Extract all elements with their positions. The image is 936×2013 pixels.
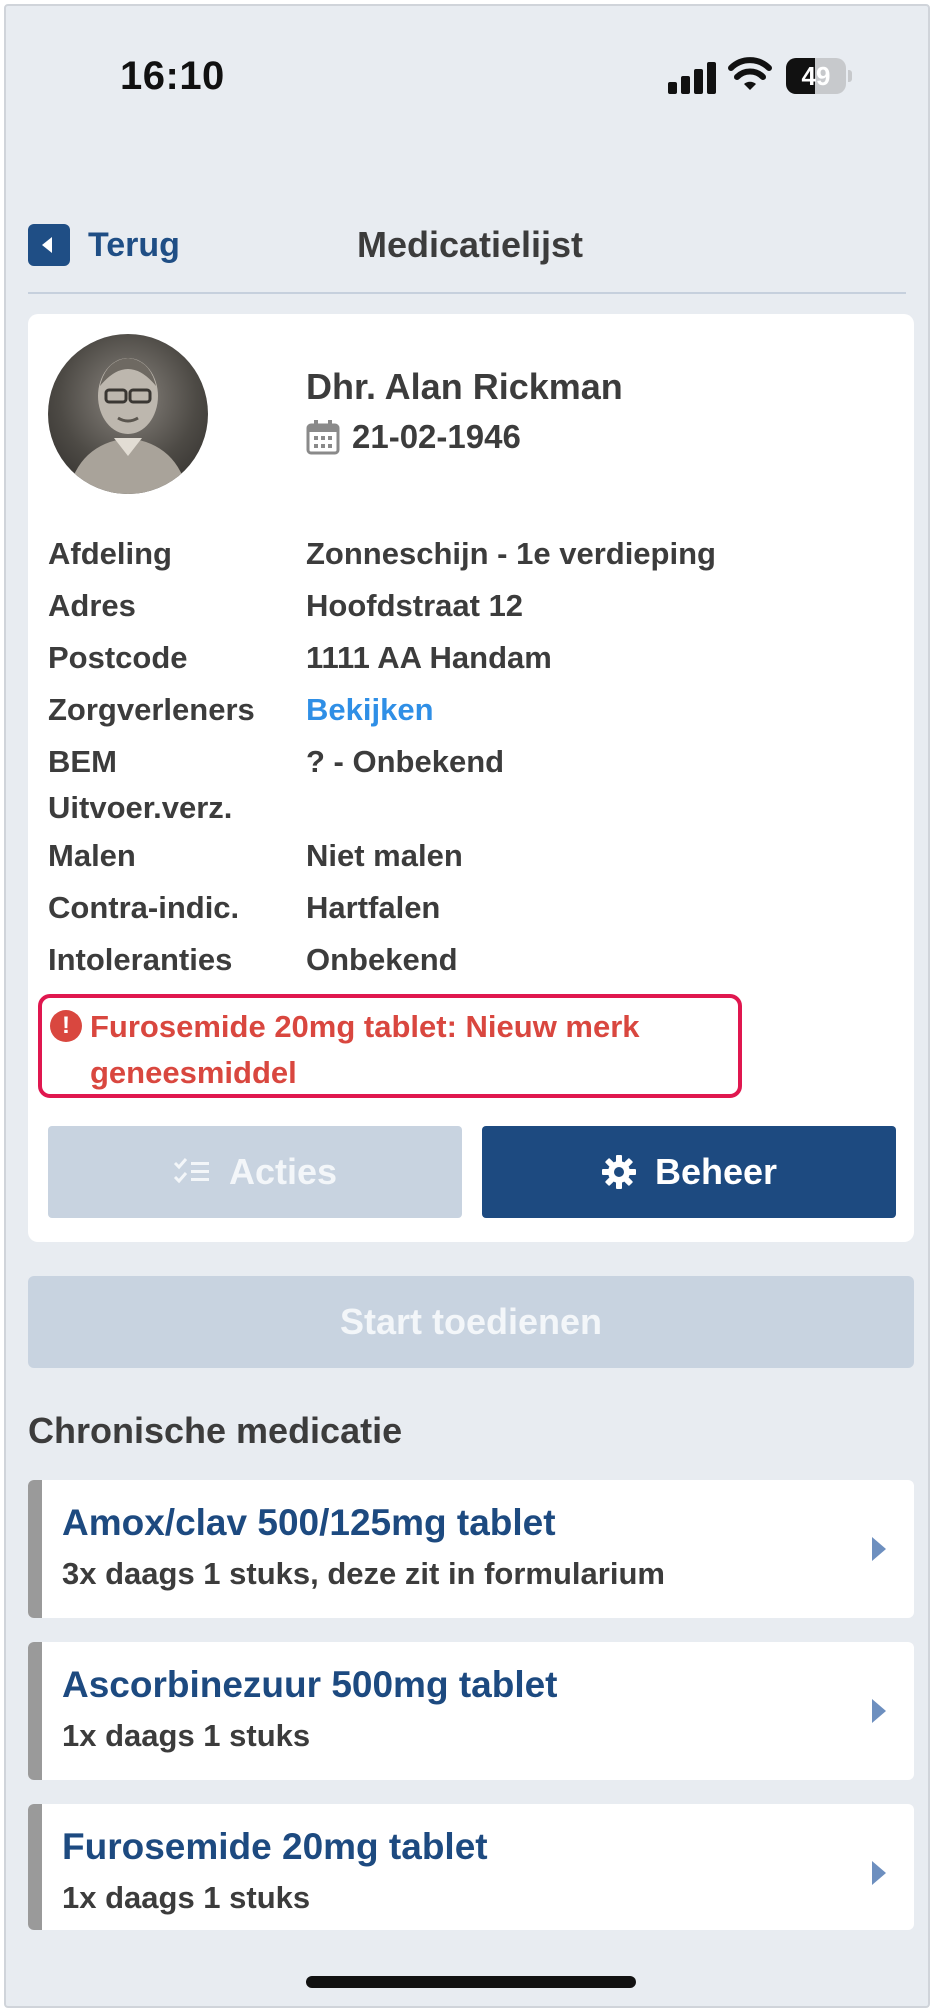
status-time: 16:10 (120, 54, 225, 98)
medication-status-bar (28, 1642, 42, 1780)
cellular-signal-icon (668, 62, 716, 94)
info-row-malen: Malen Niet malen (48, 838, 894, 884)
medication-dose: 1x daags 1 stuks (62, 1718, 311, 1753)
info-value: Zonneschijn - 1e verdieping (306, 536, 716, 571)
medication-item[interactable]: Amox/clav 500/125mg tablet 3x daags 1 st… (28, 1480, 914, 1618)
chevron-right-icon (872, 1861, 886, 1885)
battery-level: 49 (801, 61, 831, 91)
back-button[interactable]: Terug (28, 222, 180, 268)
info-label: Intoleranties (48, 942, 233, 977)
chevron-right-icon (872, 1699, 886, 1723)
medication-item[interactable]: Ascorbinezuur 500mg tablet 1x daags 1 st… (28, 1642, 914, 1780)
info-label: Postcode (48, 640, 188, 675)
phone-screen: 16:10 49 Medicatielijst Terug Dhr. Alan … (4, 4, 930, 2008)
wifi-icon (728, 57, 772, 90)
info-value: Onbekend (306, 942, 458, 977)
battery-icon: 49 (786, 58, 852, 94)
info-label: Afdeling (48, 536, 172, 571)
home-indicator[interactable] (306, 1976, 636, 1988)
alert-text: Furosemide 20mg tablet: Nieuw merk genee… (90, 1009, 640, 1090)
medication-status-bar (28, 1480, 42, 1618)
medication-name: Amox/clav 500/125mg tablet (62, 1502, 556, 1543)
medication-item[interactable]: Furosemide 20mg tablet 1x daags 1 stuks (28, 1804, 914, 1930)
info-label: Uitvoer.verz. (48, 790, 233, 825)
info-row-uitvoer: Uitvoer.verz. (48, 790, 894, 836)
acties-button[interactable]: Acties (48, 1126, 462, 1218)
nav-header: Medicatielijst Terug (6, 206, 928, 296)
info-row-contra-indic: Contra-indic. Hartfalen (48, 890, 894, 936)
calendar-icon (306, 420, 340, 455)
medication-name: Furosemide 20mg tablet (62, 1826, 488, 1867)
info-value: Hoofdstraat 12 (306, 588, 524, 623)
header-divider (28, 292, 906, 294)
patient-card: Dhr. Alan Rickman 21-02-1946 Afdeling Zo… (28, 314, 914, 1242)
info-label: BEM (48, 744, 117, 779)
info-value: Niet malen (306, 838, 463, 873)
info-value: 1111 AA Handam (306, 640, 552, 675)
info-value: ? - Onbekend (306, 744, 505, 779)
beheer-label: Beheer (654, 1151, 778, 1192)
acties-label: Acties (228, 1151, 338, 1192)
info-row-adres: Adres Hoofdstraat 12 (48, 588, 894, 634)
info-row-intoleranties: Intoleranties Onbekend (48, 942, 894, 988)
chevron-left-icon (28, 224, 70, 266)
info-row-postcode: Postcode 1111 AA Handam (48, 640, 894, 686)
exclamation-circle-icon: ! (50, 1010, 82, 1042)
start-toedienen-button[interactable]: Start toedienen (28, 1276, 914, 1368)
beheer-button[interactable]: Beheer (482, 1126, 896, 1218)
info-row-bem: BEM ? - Onbekend (48, 744, 894, 790)
medication-status-bar (28, 1804, 42, 1930)
checklist-icon (173, 1158, 209, 1184)
info-row-zorgverleners: Zorgverleners Bekijken (48, 692, 894, 738)
zorgverleners-link[interactable]: Bekijken (306, 692, 434, 728)
back-label: Terug (88, 225, 180, 264)
medication-name: Ascorbinezuur 500mg tablet (62, 1664, 558, 1705)
medication-dose: 1x daags 1 stuks (62, 1880, 311, 1915)
medication-dose: 3x daags 1 stuks, deze zit in formulariu… (62, 1556, 665, 1591)
birth-date-row: 21-02-1946 (306, 418, 521, 456)
chevron-right-icon (872, 1537, 886, 1561)
info-label: Adres (48, 588, 136, 623)
status-bar: 16:10 49 (6, 6, 928, 146)
gear-icon (601, 1155, 636, 1189)
medication-alert: ! Furosemide 20mg tablet: Nieuw merk gen… (38, 994, 742, 1098)
info-label: Malen (48, 838, 136, 873)
patient-avatar (48, 334, 208, 494)
info-label: Contra-indic. (48, 890, 240, 925)
info-row-afdeling: Afdeling Zonneschijn - 1e verdieping (48, 536, 894, 582)
section-title: Chronische medicatie (28, 1410, 403, 1451)
info-label: Zorgverleners (48, 692, 255, 727)
info-value: Hartfalen (306, 890, 441, 925)
patient-name: Dhr. Alan Rickman (306, 366, 623, 407)
birth-date: 21-02-1946 (352, 418, 521, 455)
